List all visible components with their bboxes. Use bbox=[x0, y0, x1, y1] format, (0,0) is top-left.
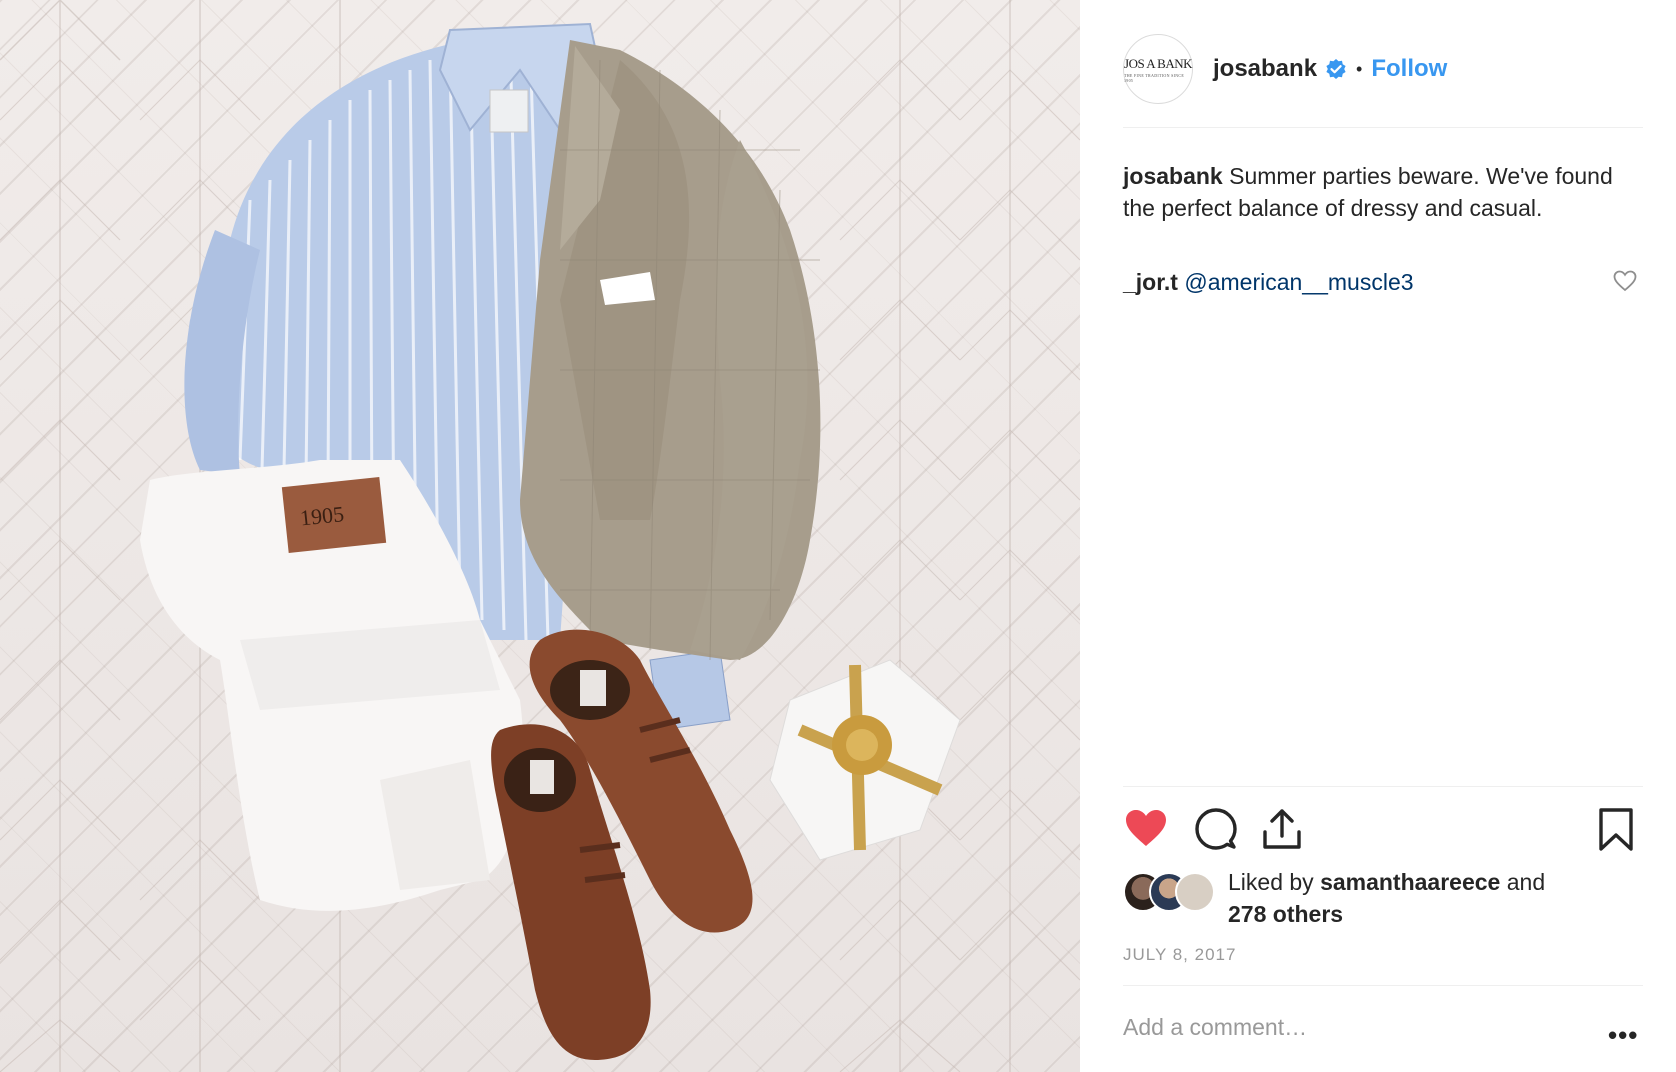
header-divider bbox=[1123, 127, 1643, 128]
comment-icon[interactable] bbox=[1193, 806, 1239, 852]
post-side-panel: JOS A BANK THE FINE TRADITION SINCE 1905… bbox=[1080, 0, 1676, 1072]
comment-username[interactable]: _jor.t bbox=[1123, 269, 1178, 295]
heart-filled-icon[interactable] bbox=[1123, 806, 1169, 852]
header-username[interactable]: josabank bbox=[1213, 55, 1317, 83]
comment-item: _jor.t @american__muscle3 bbox=[1123, 266, 1643, 298]
likes-others[interactable]: 278 others bbox=[1228, 901, 1343, 927]
post-photo[interactable]: 1905 bbox=[0, 0, 1080, 1072]
likes-user[interactable]: samanthaareece bbox=[1320, 869, 1500, 895]
outfit-illustration: 1905 bbox=[0, 0, 1080, 1072]
add-comment-input[interactable]: Add a comment… bbox=[1123, 1014, 1307, 1041]
more-options-button[interactable]: ••• bbox=[1608, 1020, 1638, 1051]
post-date[interactable]: JULY 8, 2017 bbox=[1123, 945, 1236, 965]
avatar-logo-subtext: THE FINE TRADITION SINCE 1905 bbox=[1124, 72, 1185, 83]
caption-username[interactable]: josabank bbox=[1123, 163, 1223, 189]
liker-avatars[interactable] bbox=[1123, 872, 1223, 912]
post-caption: josabank Summer parties beware. We've fo… bbox=[1123, 160, 1643, 224]
comment-mention[interactable]: @american__muscle3 bbox=[1184, 269, 1413, 295]
likes-prefix: Liked by bbox=[1228, 869, 1321, 895]
likes-text: Liked by samanthaareece and 278 others bbox=[1228, 866, 1648, 930]
actions-divider bbox=[1123, 786, 1643, 787]
svg-text:1905: 1905 bbox=[299, 501, 345, 530]
header-separator: • bbox=[1356, 58, 1363, 79]
avatar[interactable]: JOS A BANK THE FINE TRADITION SINCE 1905 bbox=[1123, 34, 1193, 104]
post-header: JOS A BANK THE FINE TRADITION SINCE 1905… bbox=[1123, 32, 1643, 106]
verified-badge-icon bbox=[1325, 58, 1347, 80]
heart-outline-icon[interactable] bbox=[1613, 270, 1637, 292]
share-icon[interactable] bbox=[1259, 806, 1305, 852]
likes-summary: Liked by samanthaareece and 278 others bbox=[1123, 866, 1643, 930]
post-actions-bar bbox=[1123, 806, 1643, 854]
likes-middle: and bbox=[1500, 869, 1546, 895]
comment-divider bbox=[1123, 985, 1643, 986]
liker-avatar bbox=[1175, 872, 1215, 912]
avatar-logo-text: JOS A BANK bbox=[1124, 55, 1192, 71]
follow-button[interactable]: Follow bbox=[1371, 55, 1447, 83]
bookmark-icon[interactable] bbox=[1593, 806, 1639, 852]
